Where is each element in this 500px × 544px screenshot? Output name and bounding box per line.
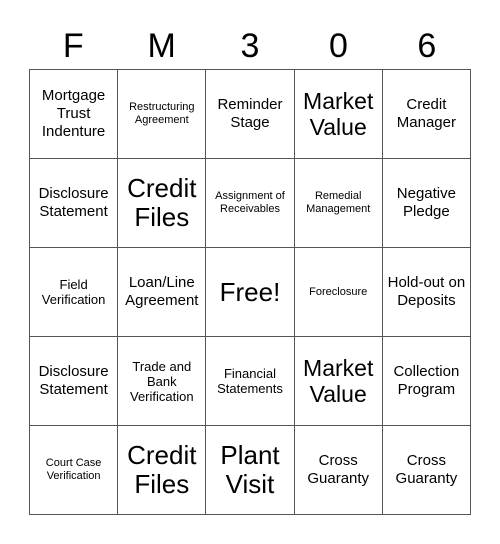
bingo-cell-label: Mortgage Trust Indenture xyxy=(41,87,106,140)
bingo-cell-r1c3[interactable]: Reminder Stage xyxy=(206,70,295,159)
bingo-cell-label: Market Value xyxy=(303,88,374,140)
bingo-cell-label: Reminder Stage xyxy=(217,96,283,131)
bingo-cell-label: Disclosure Statement xyxy=(38,185,109,220)
bingo-header-letter-2: M xyxy=(147,26,176,65)
bingo-header-letter-1: F xyxy=(62,26,84,65)
bingo-cell-label: Credit Files xyxy=(127,440,197,499)
bingo-cell-label: Restructuring Agreement xyxy=(129,101,195,126)
bingo-cell-r2c4[interactable]: Remedial Management xyxy=(294,159,383,248)
bingo-cell-r5c3[interactable]: Plant Visit xyxy=(206,426,295,515)
bingo-cell-free-space[interactable]: Free! xyxy=(206,248,295,337)
bingo-cell-label: Negative Pledge xyxy=(396,185,456,220)
bingo-cell-r5c4[interactable]: Cross Guaranty xyxy=(294,426,383,515)
bingo-grid: Mortgage Trust Indenture Restructuring A… xyxy=(29,69,471,515)
bingo-cell-r1c5[interactable]: Credit Manager xyxy=(382,70,471,159)
bingo-cell-label: Plant Visit xyxy=(220,440,280,499)
bingo-cell-label: Cross Guaranty xyxy=(395,452,458,487)
bingo-cell-label: Field Verification xyxy=(41,277,106,307)
bingo-cell-label: Foreclosure xyxy=(309,285,368,298)
bingo-cell-r4c2[interactable]: Trade and Bank Verification xyxy=(118,337,207,426)
bingo-cell-r4c1[interactable]: Disclosure Statement xyxy=(30,337,119,426)
bingo-cell-r1c4[interactable]: Market Value xyxy=(294,70,383,159)
bingo-cell-label: Free! xyxy=(219,276,281,307)
bingo-cell-label: Hold-out on Deposits xyxy=(387,274,466,309)
bingo-cell-label: Loan/Line Agreement xyxy=(125,274,199,309)
bingo-cell-label: Disclosure Statement xyxy=(38,363,109,398)
bingo-cell-label: Court Case Verification xyxy=(45,457,102,482)
bingo-cell-r3c2[interactable]: Loan/Line Agreement xyxy=(118,248,207,337)
bingo-cell-label: Credit Files xyxy=(127,173,197,232)
bingo-cell-label: Assignment of Receivables xyxy=(215,190,285,215)
bingo-cell-r1c2[interactable]: Restructuring Agreement xyxy=(118,70,207,159)
bingo-cell-r3c5[interactable]: Hold-out on Deposits xyxy=(382,248,471,337)
bingo-cell-r5c1[interactable]: Court Case Verification xyxy=(30,426,119,515)
bingo-cell-r2c1[interactable]: Disclosure Statement xyxy=(30,159,119,248)
bingo-cell-r1c1[interactable]: Mortgage Trust Indenture xyxy=(30,70,119,159)
bingo-cell-label: Cross Guaranty xyxy=(307,452,370,487)
bingo-cell-r2c5[interactable]: Negative Pledge xyxy=(382,159,471,248)
bingo-cell-r2c3[interactable]: Assignment of Receivables xyxy=(206,159,295,248)
bingo-cell-r3c4[interactable]: Foreclosure xyxy=(294,248,383,337)
bingo-card: F M 3 0 6 Mortgage Trust Indenture Restr… xyxy=(29,22,471,515)
bingo-cell-label: Credit Manager xyxy=(396,96,456,131)
bingo-cell-label: Financial Statements xyxy=(217,366,283,396)
bingo-cell-r4c5[interactable]: Collection Program xyxy=(382,337,471,426)
bingo-cell-r3c1[interactable]: Field Verification xyxy=(30,248,119,337)
bingo-cell-label: Market Value xyxy=(303,355,374,407)
bingo-cell-r4c4[interactable]: Market Value xyxy=(294,337,383,426)
bingo-header-row: F M 3 0 6 xyxy=(29,22,471,69)
bingo-header-letter-3: 3 xyxy=(240,26,260,65)
bingo-cell-r4c3[interactable]: Financial Statements xyxy=(206,337,295,426)
bingo-cell-label: Collection Program xyxy=(393,363,460,398)
bingo-cell-r5c5[interactable]: Cross Guaranty xyxy=(382,426,471,515)
bingo-cell-label: Remedial Management xyxy=(306,190,371,215)
bingo-cell-label: Trade and Bank Verification xyxy=(129,358,194,404)
bingo-cell-r5c2[interactable]: Credit Files xyxy=(118,426,207,515)
bingo-cell-r2c2[interactable]: Credit Files xyxy=(118,159,207,248)
bingo-header-letter-4: 0 xyxy=(328,26,348,65)
bingo-header-letter-5: 6 xyxy=(417,26,437,65)
